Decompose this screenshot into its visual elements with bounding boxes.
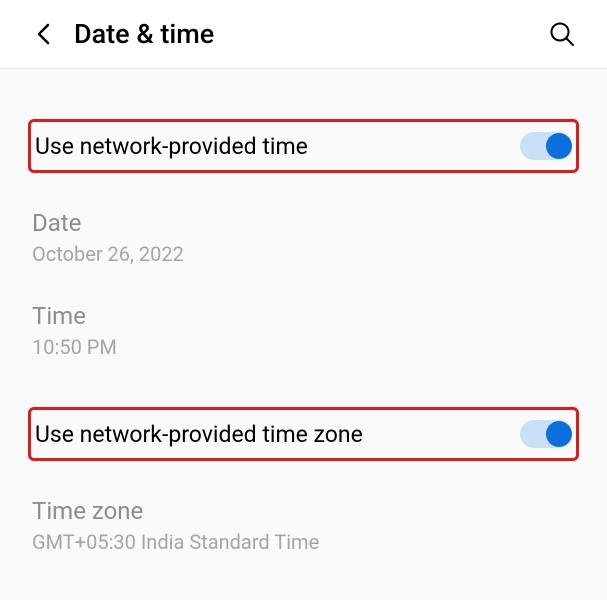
network-time-label: Use network-provided time: [35, 133, 308, 160]
switch-thumb: [546, 133, 572, 159]
network-timezone-label: Use network-provided time zone: [35, 421, 363, 448]
timezone-value: GMT+05:30 India Standard Time: [32, 530, 575, 554]
date-value: October 26, 2022: [32, 242, 575, 266]
timezone-item: Time zone GMT+05:30 India Standard Time: [28, 497, 579, 554]
content: Use network-provided time Date October 2…: [0, 69, 607, 554]
search-icon[interactable]: [547, 19, 577, 49]
date-title: Date: [32, 209, 575, 237]
time-item: Time 10:50 PM: [28, 302, 579, 359]
network-time-row[interactable]: Use network-provided time: [28, 119, 579, 173]
time-title: Time: [32, 302, 575, 330]
switch-thumb: [546, 421, 572, 447]
network-timezone-switch[interactable]: [520, 420, 572, 448]
network-time-switch[interactable]: [520, 132, 572, 160]
back-icon[interactable]: [30, 21, 56, 47]
header: Date & time: [0, 0, 607, 69]
timezone-title: Time zone: [32, 497, 575, 525]
time-value: 10:50 PM: [32, 335, 575, 359]
network-timezone-row[interactable]: Use network-provided time zone: [28, 407, 579, 461]
date-item: Date October 26, 2022: [28, 209, 579, 266]
page-title: Date & time: [74, 18, 547, 50]
